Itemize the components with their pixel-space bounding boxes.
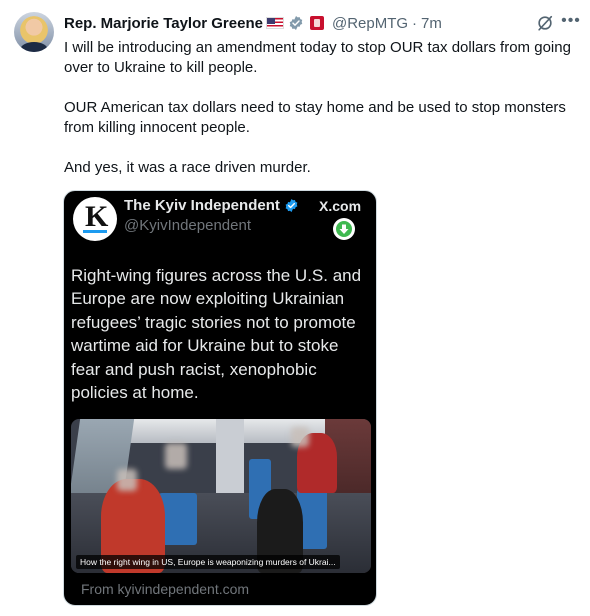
source-name-row: The Kyiv Independent: [124, 197, 299, 214]
us-flag-icon: [265, 17, 284, 29]
tweet[interactable]: Rep. Marjorie Taylor Greene @RepMTG · 7m…: [0, 0, 590, 616]
grey-verified-icon: [289, 16, 303, 30]
logo-letter: K: [85, 200, 109, 233]
tweet-paragraph: OUR American tax dollars need to stay ho…: [64, 99, 566, 136]
quoted-text: Right-wing figures across the U.S. and E…: [71, 266, 362, 403]
embedded-card[interactable]: K The Kyiv Independent @KyivIndependent …: [63, 190, 377, 606]
source-name[interactable]: The Kyiv Independent: [124, 197, 280, 214]
source-link[interactable]: From kyivindependent.com: [81, 581, 249, 597]
media-image[interactable]: How the right wing in US, Europe is weap…: [71, 419, 371, 573]
tweet-text: I will be introducing an amendment today…: [64, 38, 584, 178]
download-arrow: [336, 221, 352, 237]
tweet-paragraph: And yes, it was a race driven murder.: [64, 159, 311, 176]
logo-underline: [83, 230, 107, 233]
author-handle[interactable]: @RepMTG: [332, 15, 408, 32]
tweet-paragraph: I will be introducing an amendment today…: [64, 39, 571, 76]
avatar-shoulders: [20, 42, 48, 52]
download-icon[interactable]: [333, 218, 355, 240]
blue-verified-icon: [285, 198, 298, 213]
author-name[interactable]: Rep. Marjorie Taylor Greene: [64, 15, 263, 32]
blurred-face: [165, 443, 187, 469]
timestamp[interactable]: 7m: [421, 15, 442, 32]
separator-dot: ·: [412, 14, 418, 32]
grok-icon[interactable]: [536, 14, 554, 32]
blurred-face: [117, 469, 137, 491]
more-icon[interactable]: •••: [561, 13, 581, 32]
source-handle[interactable]: @KyivIndependent: [124, 217, 251, 234]
platform-label: X.com: [319, 198, 362, 214]
blurred-face: [291, 427, 309, 447]
media-caption: How the right wing in US, Europe is weap…: [76, 555, 340, 569]
government-badge-icon: [309, 16, 324, 30]
kyiv-independent-logo[interactable]: K: [73, 197, 117, 241]
tweet-header: Rep. Marjorie Taylor Greene @RepMTG · 7m: [64, 13, 442, 33]
avatar[interactable]: [14, 12, 54, 52]
